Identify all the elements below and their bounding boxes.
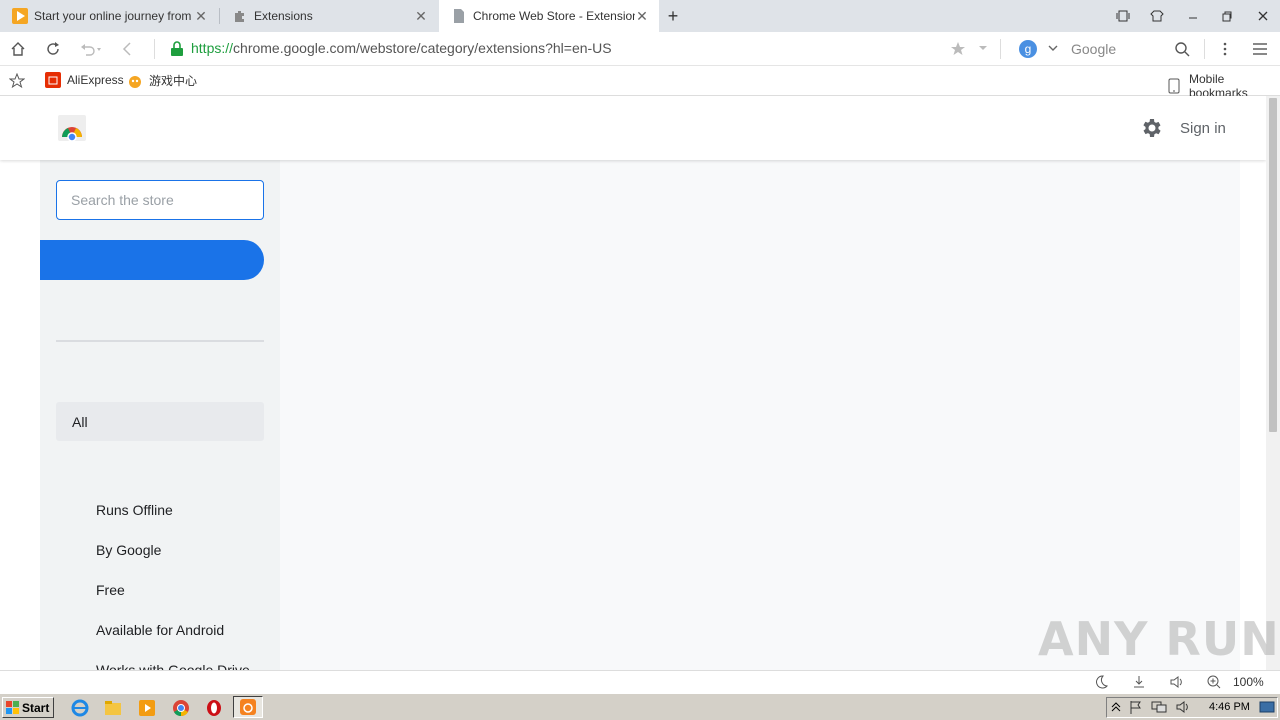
file-explorer-icon[interactable] [103,698,123,718]
store-header: Sign in [0,96,1266,160]
tab-title: Start your online journey from he [34,9,194,23]
tab-strip: Start your online journey from he ✕ Exte… [0,0,1280,32]
page-scrollbar[interactable] [1266,96,1280,670]
zoom-level[interactable]: 100% [1233,675,1264,689]
settings-gear-icon[interactable] [1140,116,1164,143]
close-window-button[interactable] [1246,0,1280,32]
uc-browser-icon [240,699,256,715]
bookmarks-star-icon[interactable] [8,72,26,92]
tab-title: Chrome Web Store - Extensions [473,9,635,23]
download-icon[interactable] [1131,674,1147,690]
system-tray: 4:46 PM [1106,697,1278,718]
tab-title: Extensions [254,9,313,23]
engine-dropdown-icon[interactable] [1047,42,1059,57]
speaker-icon[interactable] [1175,700,1191,717]
reload-icon[interactable] [37,32,69,66]
address-bar: https://chrome.google.com/webstore/categ… [0,32,1280,66]
menu-icon[interactable] [1244,32,1276,66]
tab-chrome-web-store[interactable]: Chrome Web Store - Extensions ✕ [439,0,659,32]
chrome-web-store-logo[interactable] [58,115,86,144]
reader-mode-icon[interactable] [1106,0,1140,32]
taskbar-clock[interactable]: 4:46 PM [1209,701,1250,713]
nav-divider [154,39,155,59]
sidebar-primary-button[interactable] [40,240,264,280]
bookmark-label: AliExpress [67,73,124,87]
feature-works-with-google-drive[interactable]: Works with Google Drive [96,662,250,670]
tab-extensions[interactable]: Extensions ✕ [220,0,438,32]
feature-by-google[interactable]: By Google [96,542,161,558]
svg-text:g: g [1025,42,1032,56]
url-field[interactable]: https://chrome.google.com/webstore/categ… [191,40,612,56]
close-tab-icon[interactable]: ✕ [194,8,208,25]
show-desktop-icon[interactable] [1259,700,1275,717]
feature-runs-offline[interactable]: Runs Offline [96,502,173,518]
aliexpress-icon [45,72,61,88]
minimize-button[interactable] [1176,0,1210,32]
dropdown-arrow-icon[interactable] [977,42,989,57]
chrome-icon[interactable] [171,698,191,718]
action-center-flag-icon[interactable] [1129,700,1143,717]
address-divider [1000,39,1001,59]
sign-in-link[interactable]: Sign in [1180,120,1226,137]
address-divider [1204,39,1205,59]
media-player-icon[interactable] [137,698,157,718]
restore-button[interactable] [1210,0,1244,32]
search-engine-icon[interactable]: g [1018,39,1038,62]
secure-lock-icon[interactable] [170,41,184,60]
network-icon[interactable] [1151,700,1167,717]
windows-logo-icon [6,700,20,715]
store-main-area: All Runs Offline By Google Free Availabl… [40,160,1240,670]
home-icon[interactable] [2,32,34,66]
category-all[interactable]: All [56,402,264,441]
page-icon [451,8,467,24]
close-tab-icon[interactable]: ✕ [414,8,428,25]
night-mode-icon[interactable] [1093,674,1109,690]
game-center-icon [127,73,143,89]
tray-expand-icon[interactable] [1111,701,1121,716]
web-page: Sign in All Runs Offline By Google Free … [0,96,1266,670]
start-label: Start [22,700,50,715]
status-bar: 100% [0,670,1280,693]
feature-available-for-android[interactable]: Available for Android [96,622,224,638]
puzzle-icon [232,8,248,24]
play-logo-icon [12,8,28,24]
url-path: chrome.google.com/webstore/category/exte… [233,40,612,56]
windows-taskbar: Start 4:46 PM [0,693,1280,720]
bookmarks-bar: AliExpress 游戏中心 Mobile bookmarks [0,66,1280,100]
search-store-input[interactable] [56,180,264,220]
back-icon[interactable] [112,32,144,66]
uc-browser-taskbar-button[interactable] [233,696,263,718]
skin-icon[interactable] [1140,0,1174,32]
volume-icon[interactable] [1169,674,1185,690]
url-scheme: https:// [191,40,234,56]
mobile-phone-icon [1166,78,1182,94]
bookmark-aliexpress[interactable]: AliExpress [45,72,124,88]
close-tab-icon[interactable]: ✕ [635,8,649,25]
search-engine-label: Google [1071,41,1117,57]
start-button[interactable]: Start [2,697,54,718]
sidebar-divider [56,340,264,342]
opera-icon[interactable] [204,698,224,718]
scroll-thumb[interactable] [1269,98,1277,432]
more-vertical-icon[interactable] [1209,32,1241,66]
search-icon[interactable] [1166,32,1198,66]
undo-close-icon[interactable] [75,32,107,66]
bookmark-game-center[interactable]: 游戏中心 [127,72,197,89]
new-tab-button[interactable]: + [659,0,687,32]
bookmark-star-icon[interactable] [950,41,966,60]
tab-start-journey[interactable]: Start your online journey from he ✕ [0,0,218,32]
bookmark-label: 游戏中心 [149,74,198,88]
internet-explorer-icon[interactable] [70,698,90,718]
zoom-icon[interactable] [1206,674,1222,690]
anyrun-watermark: ANY RUN [1038,612,1280,666]
store-sidebar: All Runs Offline By Google Free Availabl… [40,160,280,670]
feature-free[interactable]: Free [96,582,125,598]
